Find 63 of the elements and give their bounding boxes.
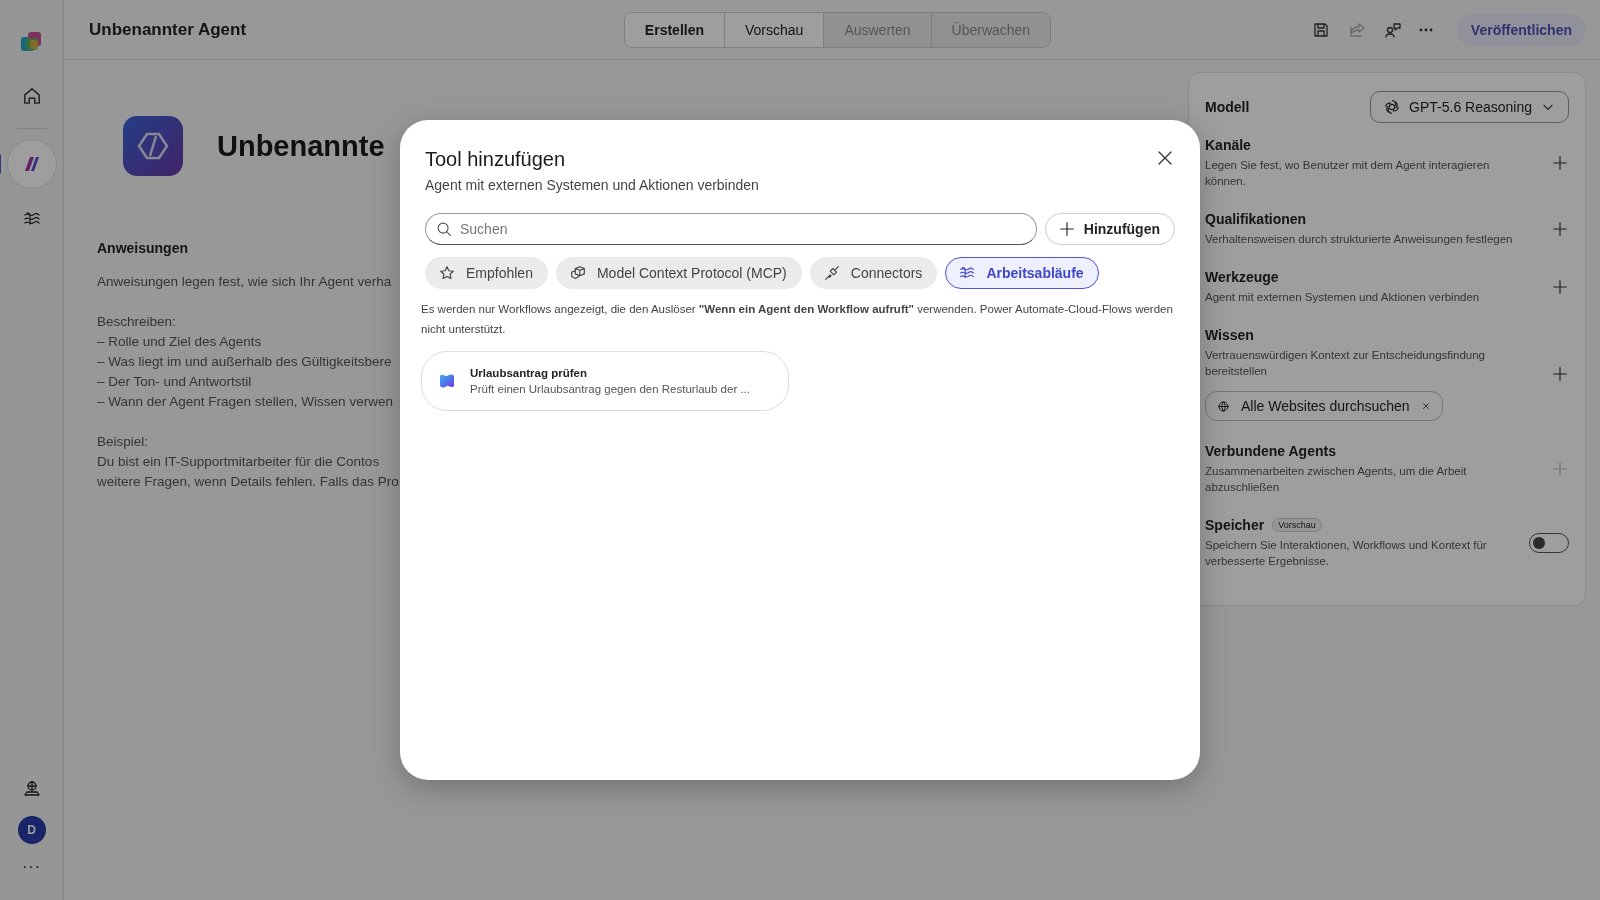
instruction-line: weitere Fragen, wenn Details fehlen. Falls das Pro	[97, 473, 399, 491]
dialog-title: Tool hinzufügen	[425, 148, 567, 171]
instruction-line: – Was liegt im und außerhalb des Gültigkeitsbere	[97, 353, 392, 371]
plus-icon	[1551, 365, 1569, 383]
agent-title: Unbenannter Agent	[89, 19, 248, 40]
add-button[interactable]	[1551, 220, 1569, 238]
model-icon	[1383, 98, 1402, 116]
star-icon	[438, 264, 456, 282]
instruction-line: Beschreiben:	[97, 313, 176, 331]
section-title: Kanäle	[1205, 137, 1251, 153]
more-button[interactable]: ···	[22, 858, 41, 876]
section-title: Qualifikationen	[1205, 211, 1307, 227]
instruction-line: – Rolle und Ziel des Agents	[97, 333, 262, 351]
more-icon[interactable]	[1418, 27, 1433, 32]
section-description: Zusammenarbeiten zwischen Agents, um die Arbeit abzuschließen	[1205, 464, 1468, 495]
info-text: Es werden nur Workflows angezeigt, die den Auslöser "Wenn ein Agent den Workflow aufruft" verwenden. Power Automate-Cloud-Flows werden nicht unterstützt.	[421, 302, 1174, 337]
cubes-icon	[568, 264, 587, 282]
filter-chip[interactable]: Model Context Protocol (MCP)	[555, 257, 802, 289]
section-title: Verbundene Agents	[1205, 443, 1336, 459]
model-label: Modell	[1205, 99, 1250, 115]
dialog-subtitle: Agent mit externen Systemen und Aktionen verbinden	[425, 177, 759, 193]
section-title: Speicher	[1205, 517, 1265, 533]
add-button[interactable]	[1551, 278, 1569, 296]
instruction-line: Beispiel:	[97, 433, 149, 451]
section-description: Legen Sie fest, wo Benutzer mit dem Agent interagieren können.	[1205, 158, 1491, 189]
instruction-line: Anweisungen legen fest, wie sich Ihr Agent verha	[97, 273, 392, 291]
preview-badge: Vorschau	[1272, 518, 1322, 532]
workflow-description: Prüft einen Urlaubsantrag gegen den Resturlaub der ...	[470, 383, 750, 395]
plug-icon	[822, 264, 841, 282]
globe-icon	[1216, 398, 1231, 414]
plus-icon	[1551, 154, 1569, 172]
section-description: Vertrauenswürdigen Kontext zur Entscheidungsfindung bereitstellen	[1205, 348, 1486, 379]
instruction-line: – Wann der Agent Fragen stellen, Wissen verwen	[97, 393, 393, 411]
section-description: Agent mit externen Systemen und Aktionen verbinden	[1205, 290, 1480, 305]
agent-avatar-icon	[123, 116, 183, 176]
tab[interactable]: Erstellen	[624, 12, 725, 47]
add-button[interactable]	[1551, 365, 1569, 383]
plus-icon	[1551, 460, 1569, 478]
publish-button[interactable]: Veröffentlichen	[1456, 13, 1586, 46]
instruction-line: Du bist ein IT-Supportmitarbeiter für die Contos	[97, 453, 380, 471]
plus-icon	[1551, 278, 1569, 296]
section-description: Verhaltensweisen durch strukturierte Anweisungen festlegen	[1205, 232, 1513, 247]
knowledge-chip[interactable]: Alle Websites durchsuchen	[1205, 391, 1443, 421]
section-description: Speichern Sie Interaktionen, Workflows und Kontext für verbesserte Ergebnisse.	[1205, 538, 1488, 569]
toggle-switch[interactable]	[1529, 533, 1569, 553]
plus-icon	[1057, 220, 1076, 238]
section-title: Wissen	[1205, 327, 1254, 343]
workflow-title: Urlaubsantrag prüfen	[470, 367, 588, 379]
filter-chip[interactable]: Connectors	[809, 257, 938, 289]
workflow-card[interactable]: Urlaubsantrag prüfen Prüft einen Urlaubsantrag gegen den Resturlaub der ...	[421, 351, 789, 411]
user-avatar[interactable]: D	[17, 816, 46, 844]
instruction-line: – Der Ton- und Antwortstil	[97, 373, 252, 391]
filter-chip[interactable]: Arbeitsabläufe	[945, 257, 1099, 289]
section-title: Werkzeuge	[1205, 269, 1279, 285]
model-dropdown[interactable]: GPT-5.6 Reasoning	[1370, 91, 1569, 123]
add-button[interactable]: Hinzufügen	[1044, 213, 1175, 245]
workflow-icon	[438, 372, 456, 390]
section-heading: Anweisungen	[97, 240, 189, 256]
plus-icon	[1551, 220, 1569, 238]
filter-chip[interactable]: Empfohlen	[425, 257, 548, 289]
add-button[interactable]	[1551, 154, 1569, 172]
agent-name: Unbenannte	[217, 129, 385, 163]
search-field[interactable]: Suchen	[425, 213, 1037, 245]
